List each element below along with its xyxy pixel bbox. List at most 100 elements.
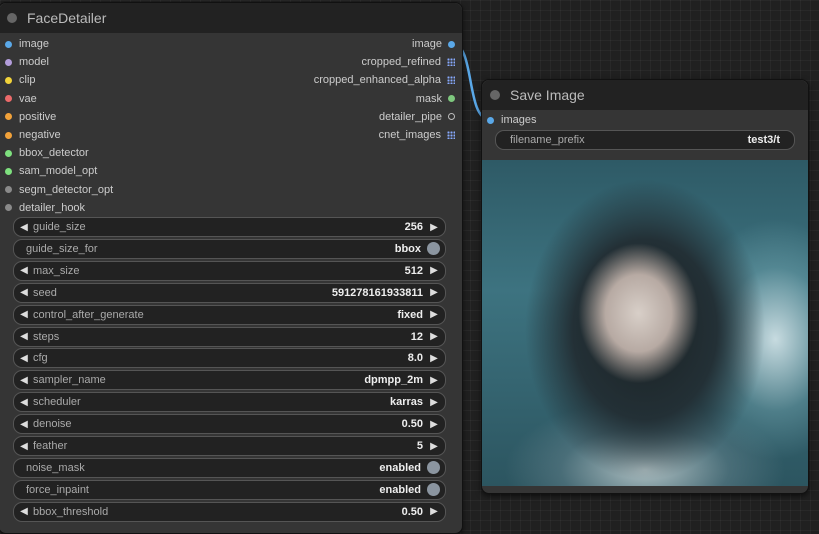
widget-force-inpaint[interactable]: force_inpaint enabled xyxy=(13,479,446,500)
decrement-arrow-icon[interactable]: ◀ xyxy=(17,309,31,320)
increment-arrow-icon[interactable]: ▶ xyxy=(427,287,441,298)
input-slot-image[interactable]: image xyxy=(5,36,49,52)
toggle-knob-icon[interactable] xyxy=(427,461,440,475)
increment-arrow-icon[interactable]: ▶ xyxy=(427,375,441,386)
input-slot-segm-detector-opt[interactable]: segm_detector_opt xyxy=(5,182,113,198)
decrement-arrow-icon[interactable]: ◀ xyxy=(17,353,31,364)
output-connector-icon[interactable] xyxy=(448,95,455,103)
increment-arrow-icon[interactable]: ▶ xyxy=(427,397,441,408)
decrement-arrow-icon[interactable]: ◀ xyxy=(17,265,31,276)
widget-value[interactable]: 8.0 xyxy=(408,352,427,364)
toggle-knob-icon[interactable] xyxy=(427,242,440,256)
increment-arrow-icon[interactable]: ▶ xyxy=(427,419,441,430)
widget-noise-mask[interactable]: noise_mask enabled xyxy=(13,457,446,478)
widget-value[interactable]: enabled xyxy=(379,484,425,496)
widget-sampler-name[interactable]: ◀ sampler_name dpmpp_2m ▶ xyxy=(13,370,446,391)
widget-scheduler[interactable]: ◀ scheduler karras ▶ xyxy=(13,392,446,413)
decrement-arrow-icon[interactable]: ◀ xyxy=(17,331,31,342)
input-slot-positive[interactable]: positive xyxy=(5,109,56,125)
widget-feather[interactable]: ◀ feather 5 ▶ xyxy=(13,436,446,456)
widget-value[interactable]: test3/t xyxy=(748,134,794,146)
increment-arrow-icon[interactable]: ▶ xyxy=(427,506,441,517)
widget-value[interactable]: 591278161933811 xyxy=(332,287,427,299)
widget-value[interactable]: dpmpp_2m xyxy=(364,374,427,386)
input-connector-icon[interactable] xyxy=(5,76,12,84)
input-connector-icon[interactable] xyxy=(487,116,494,124)
image-preview[interactable] xyxy=(482,160,808,486)
output-slot-image[interactable]: image xyxy=(412,36,455,52)
widget-value[interactable]: 256 xyxy=(405,221,427,233)
input-slot-vae[interactable]: vae xyxy=(5,91,37,107)
increment-arrow-icon[interactable]: ▶ xyxy=(427,441,441,452)
input-connector-icon[interactable] xyxy=(5,40,12,48)
output-connector-icon[interactable] xyxy=(447,131,455,139)
filename-prefix-field[interactable]: filename_prefix test3/t xyxy=(495,130,795,150)
decrement-arrow-icon[interactable]: ◀ xyxy=(17,397,31,408)
input-connector-icon[interactable] xyxy=(5,131,12,139)
widget-seed[interactable]: ◀ seed 591278161933811 ▶ xyxy=(13,282,446,303)
face-detailer-node[interactable]: FaceDetailer image model clip vae positive ne… xyxy=(0,2,463,534)
increment-arrow-icon[interactable]: ▶ xyxy=(427,309,441,320)
slot-label: clip xyxy=(19,74,36,87)
widget-name: seed xyxy=(33,286,57,299)
toggle-knob-icon[interactable] xyxy=(427,483,440,497)
node-title-bar[interactable]: FaceDetailer xyxy=(0,3,462,33)
output-slot-cnet-images[interactable]: cnet_images xyxy=(379,127,455,143)
output-slot-detailer-pipe[interactable]: detailer_pipe xyxy=(379,109,455,125)
widget-max-size[interactable]: ◀ max_size 512 ▶ xyxy=(13,260,446,281)
widget-steps[interactable]: ◀ steps 12 ▶ xyxy=(13,326,446,347)
input-connector-icon[interactable] xyxy=(5,149,12,157)
input-slot-images[interactable]: images xyxy=(487,112,536,128)
output-connector-icon[interactable] xyxy=(447,58,455,67)
input-slot-sam-model-opt[interactable]: sam_model_opt xyxy=(5,163,97,179)
widget-cfg[interactable]: ◀ cfg 8.0 ▶ xyxy=(13,348,446,369)
widget-bbox-threshold[interactable]: ◀ bbox_threshold 0.50 ▶ xyxy=(13,501,446,522)
output-connector-icon[interactable] xyxy=(447,76,455,85)
widget-guide-size-for[interactable]: guide_size_for bbox xyxy=(13,238,446,259)
output-connector-icon[interactable] xyxy=(448,40,455,48)
increment-arrow-icon[interactable]: ▶ xyxy=(427,222,441,233)
input-slot-detailer-hook[interactable]: detailer_hook xyxy=(5,200,85,216)
widget-value[interactable]: 12 xyxy=(411,331,427,343)
input-slot-bbox-detector[interactable]: bbox_detector xyxy=(5,145,89,161)
widget-value[interactable]: 0.50 xyxy=(402,506,427,518)
widget-value[interactable]: 512 xyxy=(405,265,427,277)
widget-value[interactable]: karras xyxy=(390,396,427,408)
slot-label: cnet_images xyxy=(378,129,441,141)
widget-value[interactable]: bbox xyxy=(395,243,425,255)
collapse-icon[interactable] xyxy=(490,90,500,100)
widget-value[interactable]: fixed xyxy=(397,309,427,321)
widget-guide-size[interactable]: ◀ guide_size 256 ▶ xyxy=(13,217,446,237)
widget-name: guide_size_for xyxy=(26,242,98,255)
input-slot-negative[interactable]: negative xyxy=(5,127,61,143)
widget-control-after-generate[interactable]: ◀ control_after_generate fixed ▶ xyxy=(13,304,446,325)
node-title-bar[interactable]: Save Image xyxy=(482,80,808,110)
decrement-arrow-icon[interactable]: ◀ xyxy=(17,375,31,386)
increment-arrow-icon[interactable]: ▶ xyxy=(427,265,441,276)
decrement-arrow-icon[interactable]: ◀ xyxy=(17,441,31,452)
save-image-node[interactable]: Save Image images filename_prefix test3/… xyxy=(481,79,809,494)
input-connector-icon[interactable] xyxy=(5,58,12,66)
input-connector-icon[interactable] xyxy=(5,113,12,121)
decrement-arrow-icon[interactable]: ◀ xyxy=(17,506,31,517)
output-connector-icon[interactable] xyxy=(448,113,455,121)
input-connector-icon[interactable] xyxy=(5,186,12,194)
decrement-arrow-icon[interactable]: ◀ xyxy=(17,287,31,298)
input-slot-model[interactable]: model xyxy=(5,54,49,70)
decrement-arrow-icon[interactable]: ◀ xyxy=(17,222,31,233)
widget-value[interactable]: enabled xyxy=(379,462,425,474)
input-connector-icon[interactable] xyxy=(5,204,12,212)
widget-denoise[interactable]: ◀ denoise 0.50 ▶ xyxy=(13,414,446,435)
increment-arrow-icon[interactable]: ▶ xyxy=(427,353,441,364)
input-connector-icon[interactable] xyxy=(5,167,12,175)
output-slot-cropped-enhanced-alpha[interactable]: cropped_enhanced_alpha xyxy=(314,72,455,88)
output-slot-cropped-refined[interactable]: cropped_refined xyxy=(361,54,455,70)
collapse-icon[interactable] xyxy=(7,13,17,23)
widget-value[interactable]: 0.50 xyxy=(402,418,427,430)
output-slot-mask[interactable]: mask xyxy=(416,91,455,107)
decrement-arrow-icon[interactable]: ◀ xyxy=(17,419,31,430)
input-connector-icon[interactable] xyxy=(5,95,12,103)
input-slot-clip[interactable]: clip xyxy=(5,72,36,88)
widget-value[interactable]: 5 xyxy=(417,440,427,452)
increment-arrow-icon[interactable]: ▶ xyxy=(427,331,441,342)
